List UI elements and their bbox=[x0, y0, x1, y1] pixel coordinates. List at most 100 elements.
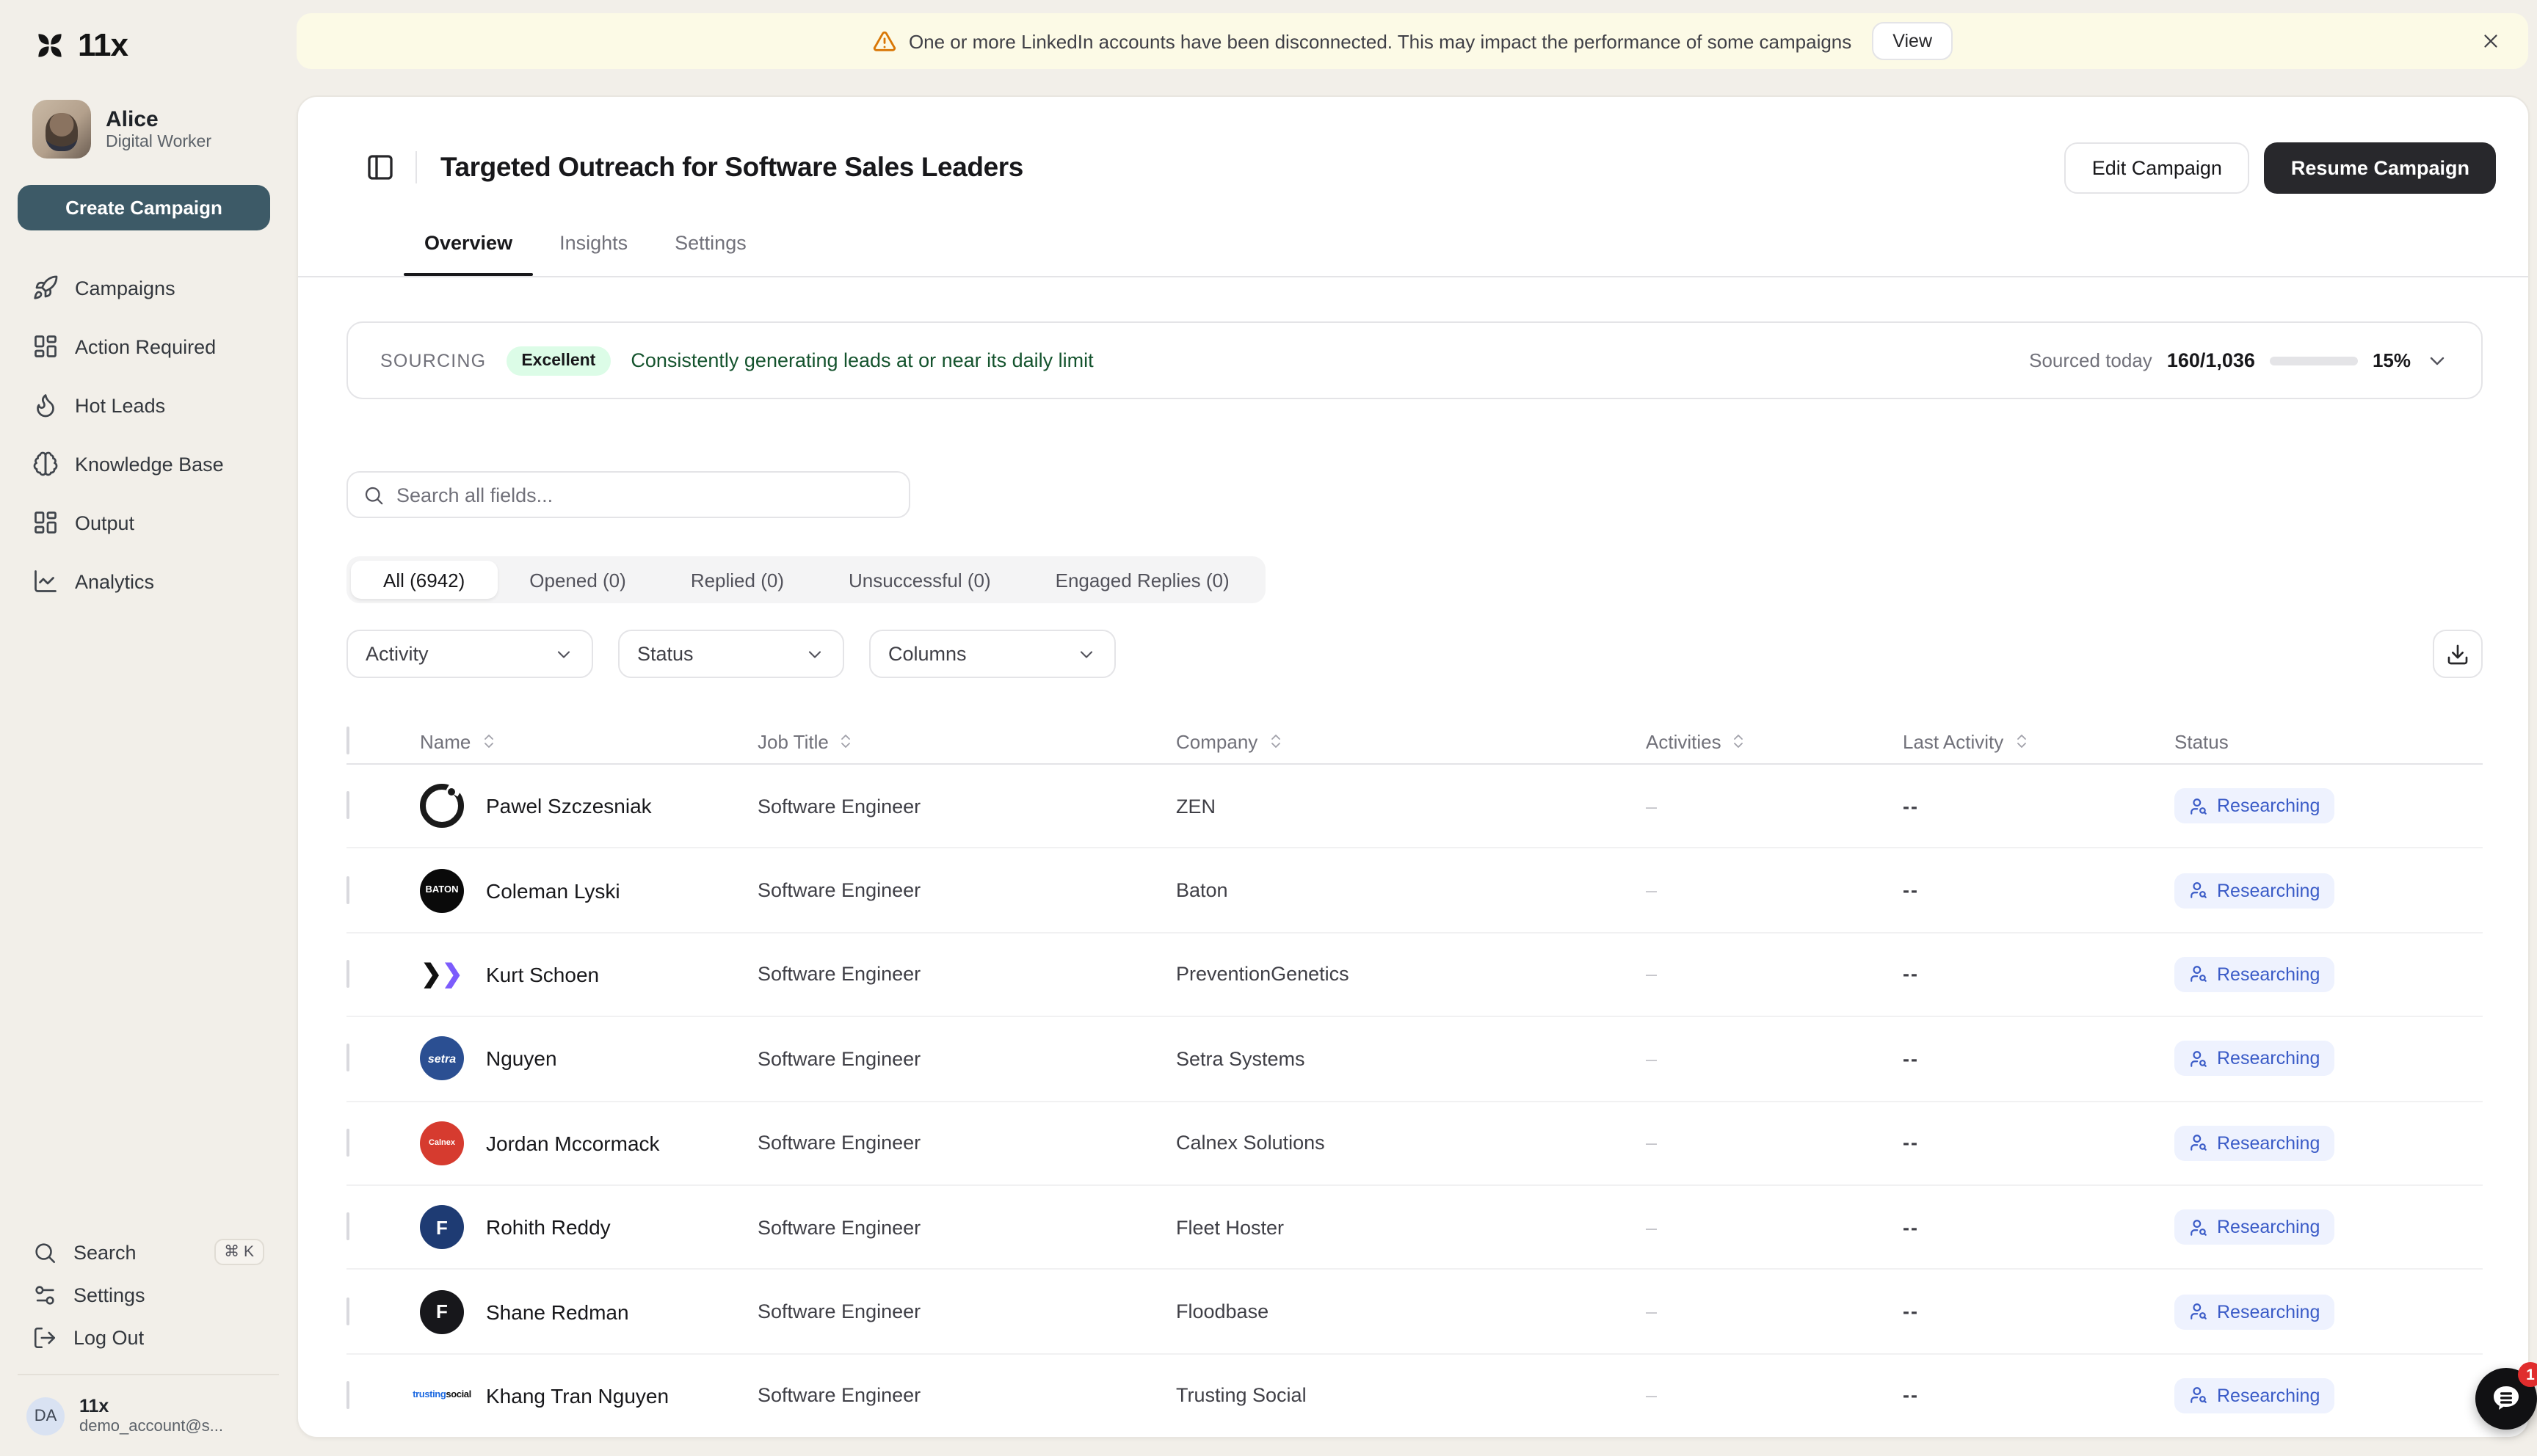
row-checkbox[interactable] bbox=[346, 876, 349, 903]
sidebar-item-analytics[interactable]: Analytics bbox=[18, 562, 279, 600]
status-badge[interactable]: Researching bbox=[2174, 873, 2334, 908]
status-badge[interactable]: Researching bbox=[2174, 1378, 2334, 1413]
account-org: 11x bbox=[79, 1396, 223, 1416]
tab-bar: Overview Insights Settings bbox=[298, 214, 2528, 277]
columns-dropdown[interactable]: Columns bbox=[869, 630, 1116, 678]
status-badge[interactable]: Researching bbox=[2174, 957, 2334, 992]
sourcing-health-badge: Excellent bbox=[507, 346, 610, 375]
panel-toggle-icon[interactable] bbox=[366, 153, 395, 182]
sidebar-item-logout[interactable]: Log Out bbox=[18, 1317, 279, 1359]
lead-name: Coleman Lyski bbox=[486, 878, 620, 902]
banner-message: One or more LinkedIn accounts have been … bbox=[909, 30, 1851, 52]
filter-tab-unsuccessful[interactable]: Unsuccessful (0) bbox=[816, 561, 1023, 599]
table-row[interactable]: F Shane Redman Software Engineer Floodba… bbox=[346, 1270, 2483, 1355]
table-row[interactable]: F Rohith Reddy Software Engineer Fleet H… bbox=[346, 1186, 2483, 1270]
lead-activities: – bbox=[1646, 1048, 1903, 1070]
lead-job-title: Software Engineer bbox=[758, 1048, 1176, 1070]
user-search-icon bbox=[2189, 1302, 2208, 1321]
rocket-icon bbox=[32, 274, 59, 301]
account-avatar: DA bbox=[26, 1397, 65, 1435]
search-input[interactable] bbox=[396, 484, 894, 506]
table-row[interactable]: setra Nguyen Software Engineer Setra Sys… bbox=[346, 1017, 2483, 1102]
chat-widget-button[interactable]: 1 bbox=[2475, 1368, 2537, 1430]
digital-worker-card[interactable]: Alice Digital Worker bbox=[18, 100, 279, 159]
filter-tab-opened[interactable]: Opened (0) bbox=[497, 561, 658, 599]
sourcing-status-bar[interactable]: SOURCING Excellent Consistently generati… bbox=[346, 321, 2483, 399]
chevron-down-icon bbox=[554, 644, 574, 664]
row-checkbox[interactable] bbox=[346, 1212, 349, 1240]
sidebar-item-campaigns[interactable]: Campaigns bbox=[18, 269, 279, 307]
grid-icon bbox=[32, 509, 59, 536]
status-badge[interactable]: Researching bbox=[2174, 1209, 2334, 1245]
row-checkbox[interactable] bbox=[346, 791, 349, 819]
banner-view-button[interactable]: View bbox=[1872, 22, 1953, 60]
table-row[interactable]: BATON Coleman Lyski Software Engineer Ba… bbox=[346, 849, 2483, 933]
lead-activities: – bbox=[1646, 1385, 1903, 1407]
activity-dropdown[interactable]: Activity bbox=[346, 630, 593, 678]
table-row[interactable]: ❯❯ Kurt Schoen Software Engineer Prevent… bbox=[346, 933, 2483, 1018]
column-header-activities[interactable]: Activities bbox=[1646, 730, 1903, 752]
account-email: demo_account@s... bbox=[79, 1418, 223, 1435]
table-row[interactable]: Calnex Jordan Mccormack Software Enginee… bbox=[346, 1102, 2483, 1186]
filter-tab-engaged-replies[interactable]: Engaged Replies (0) bbox=[1023, 561, 1262, 599]
create-campaign-button[interactable]: Create Campaign bbox=[18, 185, 270, 230]
chevron-down-icon[interactable] bbox=[2425, 349, 2449, 372]
sidebar-item-hot-leads[interactable]: Hot Leads bbox=[18, 386, 279, 424]
lead-last-activity: -- bbox=[1903, 1048, 2174, 1070]
page-title: Targeted Outreach for Software Sales Lea… bbox=[440, 151, 1023, 183]
status-badge[interactable]: Researching bbox=[2174, 1126, 2334, 1161]
sourcing-percent: 15% bbox=[2373, 349, 2411, 371]
column-header-name[interactable]: Name bbox=[420, 730, 758, 752]
company-logo-avatar: Calnex bbox=[420, 1121, 464, 1165]
status-badge[interactable]: Researching bbox=[2174, 1041, 2334, 1077]
row-checkbox[interactable] bbox=[346, 960, 349, 988]
lead-job-title: Software Engineer bbox=[758, 795, 1176, 817]
filter-tab-all[interactable]: All (6942) bbox=[351, 561, 497, 599]
lead-last-activity: -- bbox=[1903, 1216, 2174, 1238]
sidebar-item-settings[interactable]: Settings bbox=[18, 1274, 279, 1317]
sidebar-item-label: Output bbox=[75, 512, 134, 534]
table-row[interactable]: Pawel Szczesniak Software Engineer ZEN –… bbox=[346, 765, 2483, 849]
row-checkbox[interactable] bbox=[346, 1129, 349, 1157]
filter-tab-replied[interactable]: Replied (0) bbox=[658, 561, 816, 599]
company-logo-avatar: trustingsocial bbox=[420, 1374, 464, 1418]
resume-campaign-button[interactable]: Resume Campaign bbox=[2265, 142, 2496, 193]
tab-insights[interactable]: Insights bbox=[539, 214, 648, 274]
status-badge[interactable]: Researching bbox=[2174, 788, 2334, 823]
status-label: Researching bbox=[2217, 1217, 2320, 1237]
lead-company: Calnex Solutions bbox=[1176, 1132, 1646, 1154]
row-checkbox[interactable] bbox=[346, 1381, 349, 1409]
leads-table: Name Job Title Company Activities Last A… bbox=[346, 719, 2483, 1438]
row-checkbox[interactable] bbox=[346, 1044, 349, 1072]
lead-last-activity: -- bbox=[1903, 879, 2174, 901]
tab-overview[interactable]: Overview bbox=[404, 214, 533, 274]
sidebar-item-output[interactable]: Output bbox=[18, 503, 279, 542]
edit-campaign-button[interactable]: Edit Campaign bbox=[2064, 142, 2250, 193]
sidebar-item-action-required[interactable]: Action Required bbox=[18, 327, 279, 365]
lead-name: Kurt Schoen bbox=[486, 963, 599, 986]
tab-settings[interactable]: Settings bbox=[654, 214, 767, 274]
status-dropdown[interactable]: Status bbox=[618, 630, 844, 678]
search-icon bbox=[32, 1240, 57, 1264]
export-button[interactable] bbox=[2433, 630, 2483, 678]
column-header-job-title[interactable]: Job Title bbox=[758, 730, 1176, 752]
select-all-checkbox[interactable] bbox=[346, 727, 349, 754]
divider bbox=[415, 151, 417, 183]
close-icon[interactable] bbox=[2480, 30, 2502, 52]
warning-triangle-icon bbox=[872, 29, 897, 54]
user-search-icon bbox=[2189, 796, 2208, 815]
column-header-company[interactable]: Company bbox=[1176, 730, 1646, 752]
account-switcher[interactable]: DA 11x demo_account@s... bbox=[18, 1396, 279, 1435]
sourcing-label: SOURCING bbox=[380, 350, 486, 371]
company-logo-avatar: F bbox=[420, 1289, 464, 1333]
sidebar-item-search[interactable]: Search ⌘ K bbox=[18, 1230, 279, 1274]
column-header-last-activity[interactable]: Last Activity bbox=[1903, 730, 2174, 752]
row-checkbox[interactable] bbox=[346, 1297, 349, 1325]
sidebar-item-knowledge-base[interactable]: Knowledge Base bbox=[18, 445, 279, 483]
status-label: Researching bbox=[2217, 880, 2320, 900]
table-body: Pawel Szczesniak Software Engineer ZEN –… bbox=[346, 765, 2483, 1438]
table-search bbox=[346, 471, 910, 518]
status-badge[interactable]: Researching bbox=[2174, 1294, 2334, 1329]
table-header-row: Name Job Title Company Activities Last A… bbox=[346, 719, 2483, 765]
table-row[interactable]: trustingsocial Khang Tran Nguyen Softwar… bbox=[346, 1354, 2483, 1438]
